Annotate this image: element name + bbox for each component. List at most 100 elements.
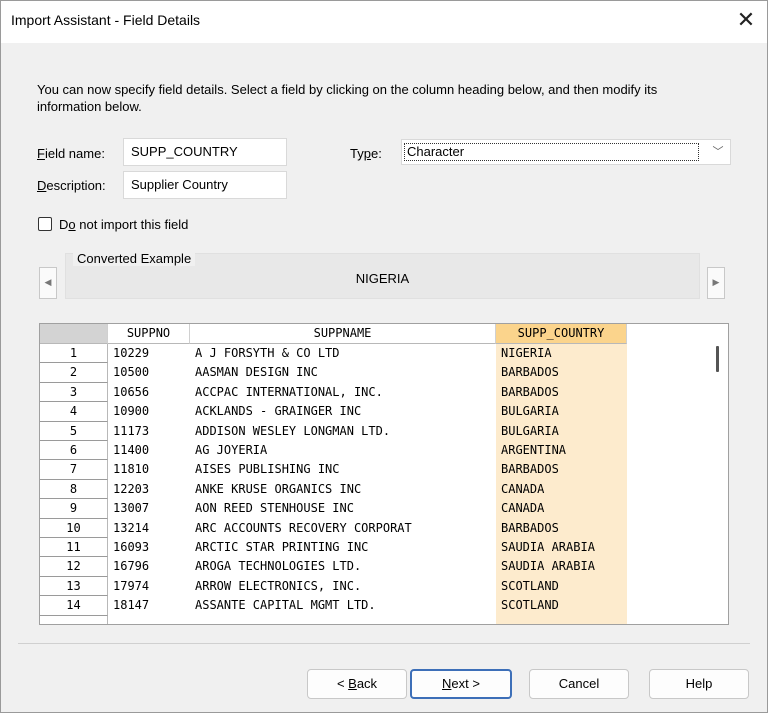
supp-country-cell: CANADA [496, 499, 627, 519]
next-example-button[interactable]: ▶ [707, 267, 725, 299]
vertical-scrollbar[interactable] [710, 324, 728, 624]
title-bar: Import Assistant - Field Details ✕ [1, 1, 767, 43]
type-label: Type: [350, 146, 382, 161]
suppname-cell: ANKE KRUSE ORGANICS INC [195, 481, 362, 496]
row-number: 8 [40, 479, 108, 500]
supp-country-cell: SCOTLAND [496, 596, 627, 616]
suppno-cell: 11173 [113, 423, 150, 438]
suppno-cell: 10656 [113, 384, 150, 399]
grid-corner-header [40, 324, 108, 344]
supp-country-cell: BARBADOS [496, 382, 627, 403]
description-input[interactable]: Supplier Country [123, 171, 287, 199]
row-number: 7 [40, 460, 108, 480]
do-not-import-checkbox[interactable] [38, 217, 52, 231]
previous-example-button[interactable]: ◀ [39, 267, 57, 299]
supp-country-cell: BARBADOS [496, 363, 627, 383]
suppno-cell: 18147 [113, 598, 150, 613]
suppname-cell: ASSANTE CAPITAL MGMT LTD. [195, 598, 376, 613]
description-label: Description: [37, 178, 106, 193]
table-row: 10 13214 ARC ACCOUNTS RECOVERY CORPORAT … [40, 518, 710, 538]
suppname-cell: ARROW ELECTRONICS, INC. [195, 578, 362, 593]
table-row: 6 11400 AG JOYERIA ARGENTINA [40, 441, 710, 461]
suppno-cell: 13214 [113, 520, 150, 535]
next-button[interactable]: Next > [410, 669, 512, 699]
suppname-cell: ACKLANDS - GRAINGER INC [195, 404, 362, 419]
table-row: 9 13007 AON REED STENHOUSE INC CANADA [40, 499, 710, 519]
chevron-down-icon[interactable]: ﹀ [708, 142, 728, 162]
dialog-title: Import Assistant - Field Details [11, 12, 201, 28]
table-row: 14 18147 ASSANTE CAPITAL MGMT LTD. SCOTL… [40, 596, 710, 616]
suppno-cell: 13007 [113, 501, 150, 516]
suppname-cell [190, 616, 496, 624]
grid-content: SUPPNO SUPPNAME SUPP_COUNTRY 1 10229 A J… [40, 324, 710, 624]
supp-country-cell: SAUDIA ARABIA [496, 557, 627, 577]
suppno-cell: 16796 [113, 559, 150, 574]
supp-country-cell: SAUDIA ARABIA [496, 538, 627, 558]
supp-country-cell: SCOTLAND [496, 576, 627, 597]
table-row: 8 12203 ANKE KRUSE ORGANICS INC CANADA [40, 479, 710, 500]
suppname-cell: ADDISON WESLEY LONGMAN LTD. [195, 423, 391, 438]
converted-example-value: NIGERIA [355, 271, 410, 286]
row-number: 5 [40, 421, 108, 441]
field-name-label: Field name: [37, 146, 105, 161]
data-preview-grid: SUPPNO SUPPNAME SUPP_COUNTRY 1 10229 A J… [39, 323, 729, 625]
row-number: 10 [40, 518, 108, 538]
column-header-suppname[interactable]: SUPPNAME [190, 324, 496, 344]
column-header-supp-country[interactable]: SUPP_COUNTRY [496, 324, 627, 344]
cancel-button[interactable]: Cancel [529, 669, 629, 699]
table-row: 4 10900 ACKLANDS - GRAINGER INC BULGARIA [40, 402, 710, 422]
import-assistant-dialog: Import Assistant - Field Details ✕ You c… [0, 0, 768, 713]
dialog-body: You can now specify field details. Selec… [1, 43, 767, 712]
table-row: 1 10229 A J FORSYTH & CO LTD NIGERIA [40, 344, 710, 364]
supp-country-cell [496, 615, 627, 624]
row-number: 14 [40, 596, 108, 616]
suppname-cell: ARC ACCOUNTS RECOVERY CORPORAT [195, 520, 412, 535]
supp-country-cell: NIGERIA [496, 344, 627, 364]
supp-country-cell: BARBADOS [496, 460, 627, 480]
suppno-cell: 11400 [113, 443, 150, 457]
row-number: 2 [40, 363, 108, 383]
suppname-cell: AON REED STENHOUSE INC [195, 501, 354, 516]
converted-example-legend: Converted Example [73, 251, 196, 266]
table-row: 11 16093 ARCTIC STAR PRINTING INC SAUDIA… [40, 538, 710, 558]
arrow-right-icon: ▶ [712, 278, 720, 288]
suppno-cell: 10900 [113, 404, 150, 419]
row-number: 1 [40, 344, 108, 364]
table-row: 7 11810 AISES PUBLISHING INC BARBADOS [40, 460, 710, 480]
arrow-left-icon: ◀ [44, 278, 52, 288]
row-number: 12 [40, 557, 108, 577]
suppno-cell: 17974 [113, 578, 150, 593]
scrollbar-thumb[interactable] [716, 346, 719, 372]
do-not-import-label[interactable]: Do not import this field [59, 217, 188, 232]
table-row: 2 10500 AASMAN DESIGN INC BARBADOS [40, 363, 710, 383]
supp-country-cell: BARBADOS [496, 518, 627, 538]
row-number: 6 [40, 441, 108, 461]
close-icon[interactable]: ✕ [725, 1, 767, 43]
row-number: 9 [40, 499, 108, 519]
suppno-cell [108, 616, 190, 624]
suppname-cell: ACCPAC INTERNATIONAL, INC. [195, 384, 383, 399]
field-name-input[interactable]: SUPP_COUNTRY [123, 138, 287, 166]
suppno-cell: 10229 [113, 346, 150, 360]
row-number: 13 [40, 576, 108, 597]
type-select[interactable]: Character ﹀ [401, 139, 731, 165]
instructions-text: You can now specify field details. Selec… [37, 82, 658, 114]
column-header-suppno[interactable]: SUPPNO [108, 324, 190, 344]
supp-country-cell: BULGARIA [496, 421, 627, 441]
table-row: 13 17974 ARROW ELECTRONICS, INC. SCOTLAN… [40, 576, 710, 597]
row-number: 3 [40, 382, 108, 403]
supp-country-cell: ARGENTINA [496, 441, 627, 461]
row-number: 11 [40, 538, 108, 558]
suppname-cell: AROGA TECHNOLOGIES LTD. [195, 559, 362, 574]
button-separator [18, 643, 750, 644]
back-button[interactable]: < Back [307, 669, 407, 699]
suppno-cell: 10500 [113, 365, 150, 380]
row-number [40, 615, 108, 624]
row-number: 4 [40, 402, 108, 422]
table-row: 5 11173 ADDISON WESLEY LONGMAN LTD. BULG… [40, 421, 710, 441]
supp-country-cell: BULGARIA [496, 402, 627, 422]
help-button[interactable]: Help [649, 669, 749, 699]
suppno-cell: 12203 [113, 481, 150, 496]
type-select-value: Character [404, 143, 699, 161]
table-row: 3 10656 ACCPAC INTERNATIONAL, INC. BARBA… [40, 382, 710, 403]
